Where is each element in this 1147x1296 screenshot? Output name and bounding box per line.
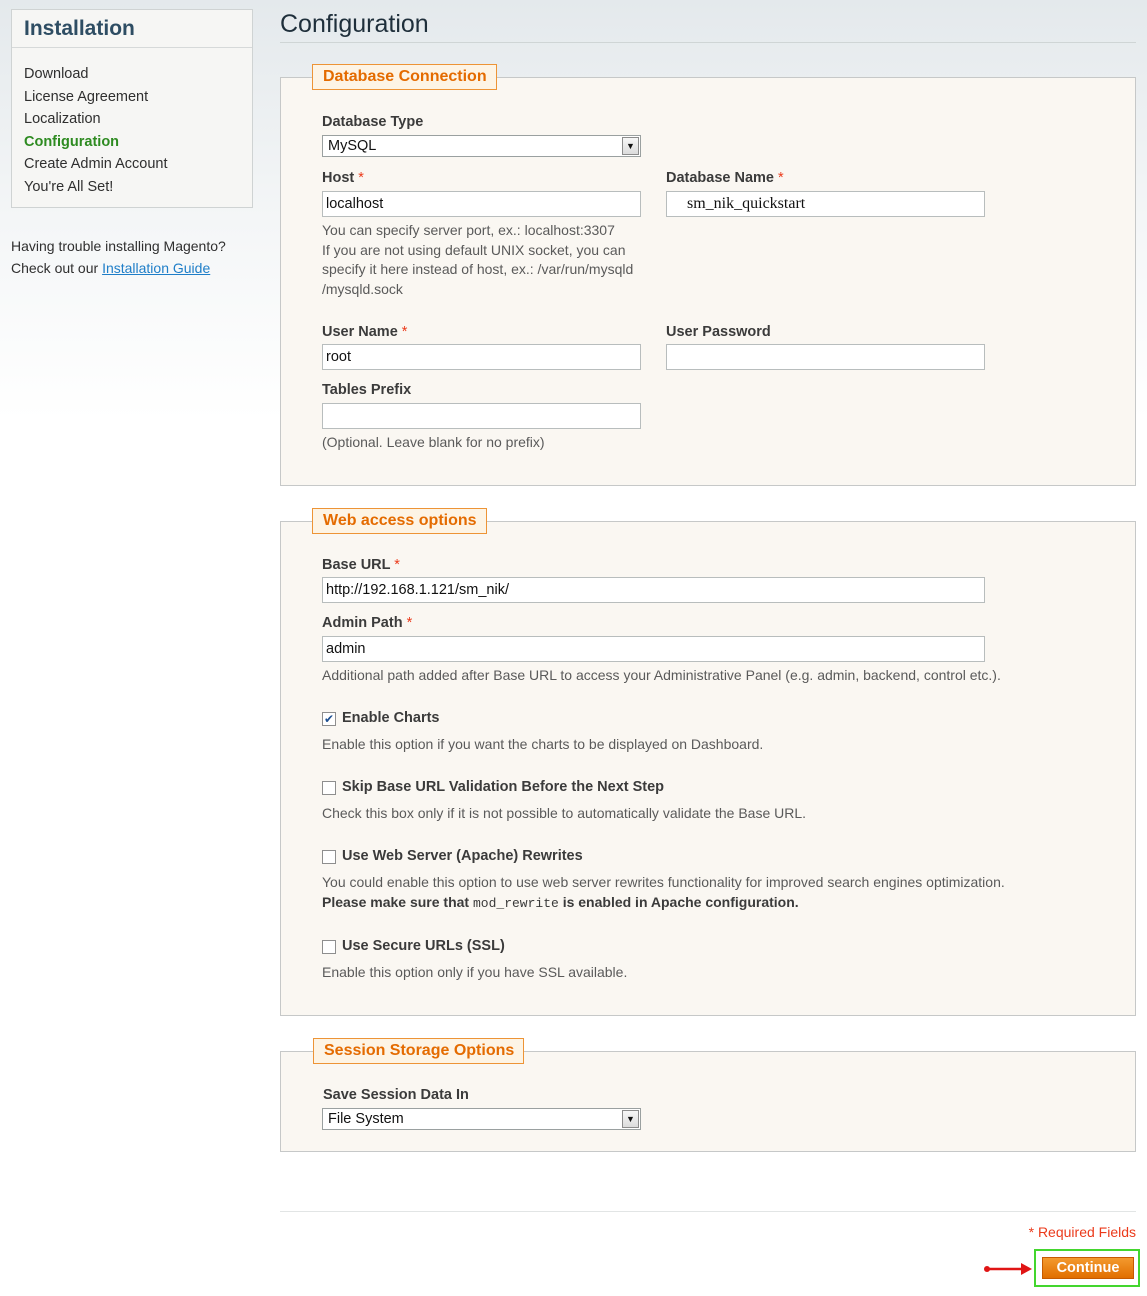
admin-path-note: Additional path added after Base URL to … <box>322 667 1001 683</box>
secure-urls-label[interactable]: Use Secure URLs (SSL) <box>342 938 505 954</box>
continue-button[interactable]: Continue <box>1042 1257 1134 1279</box>
checkmark-icon: ✔ <box>323 712 335 726</box>
step-license-agreement: License Agreement <box>24 88 149 105</box>
tables-prefix-note: (Optional. Leave blank for no prefix) <box>322 434 545 450</box>
database-name-input[interactable]: sm_nik_quickstart <box>666 191 985 217</box>
host-label: Host * <box>322 170 364 186</box>
steps-title: Installation <box>12 10 252 48</box>
database-connection-legend: Database Connection <box>312 64 497 90</box>
enable-charts-note: Enable this option if you want the chart… <box>322 736 764 752</box>
database-type-label: Database Type <box>322 114 424 130</box>
steps-list: Download License Agreement Localization … <box>24 63 167 198</box>
web-access-legend: Web access options <box>312 508 487 534</box>
tables-prefix-label: Tables Prefix <box>322 382 412 398</box>
enable-charts-label[interactable]: Enable Charts <box>342 710 440 726</box>
user-name-label: User Name * <box>322 324 408 340</box>
admin-path-label: Admin Path * <box>322 615 413 631</box>
web-server-rewrites-checkbox[interactable] <box>322 850 336 864</box>
user-name-input[interactable]: root <box>322 344 641 370</box>
base-url-input[interactable]: http://192.168.1.121/sm_nik/ <box>322 577 985 603</box>
admin-path-input[interactable]: admin <box>322 636 985 662</box>
web-server-rewrites-label[interactable]: Use Web Server (Apache) Rewrites <box>342 848 583 864</box>
chevron-down-icon[interactable]: ▼ <box>622 1110 639 1128</box>
skip-url-validation-note: Check this box only if it is not possibl… <box>322 805 807 821</box>
step-all-set: You're All Set! <box>24 178 114 195</box>
chevron-down-icon[interactable]: ▼ <box>622 137 639 155</box>
step-configuration: Configuration <box>24 133 120 150</box>
required-fields-note: * Required Fields <box>1028 1224 1136 1240</box>
host-input[interactable]: localhost <box>322 191 641 217</box>
title-divider <box>280 42 1136 43</box>
continue-highlight: Continue <box>1034 1249 1140 1287</box>
arrow-right-icon <box>984 1263 1032 1275</box>
save-session-label: Save Session Data In <box>323 1087 469 1103</box>
base-url-label: Base URL * <box>322 557 400 573</box>
skip-url-validation-label[interactable]: Skip Base URL Validation Before the Next… <box>342 779 664 795</box>
help-text: Having trouble installing Magento? Check… <box>11 235 226 279</box>
footer-divider <box>280 1211 1136 1212</box>
help-prefix: Check out our <box>11 260 103 276</box>
help-line: Having trouble installing Magento? <box>11 238 226 254</box>
installation-steps-panel: Installation Download License Agreement … <box>11 9 253 208</box>
step-localization: Localization <box>24 111 101 127</box>
step-download: Download <box>24 66 89 82</box>
secure-urls-checkbox[interactable] <box>322 940 336 954</box>
installation-guide-link[interactable]: Installation Guide <box>102 260 210 276</box>
secure-urls-note: Enable this option only if you have SSL … <box>322 964 628 980</box>
save-session-value: File System <box>328 1111 404 1127</box>
host-note: You can specify server port, ex.: localh… <box>322 222 634 297</box>
mod-rewrite-note: Please make sure that mod_rewrite is ena… <box>322 894 799 911</box>
database-type-select[interactable]: MySQL ▼ <box>322 135 641 157</box>
tables-prefix-input[interactable] <box>322 403 641 429</box>
database-name-label: Database Name * <box>666 170 784 186</box>
page-title: Configuration <box>280 10 429 38</box>
session-storage-legend: Session Storage Options <box>313 1038 525 1064</box>
enable-charts-checkbox[interactable]: ✔ <box>322 712 336 726</box>
user-password-input[interactable] <box>666 344 985 370</box>
save-session-select[interactable]: File System ▼ <box>322 1108 641 1130</box>
user-password-label: User Password <box>666 324 771 340</box>
step-create-admin-account: Create Admin Account <box>24 156 168 172</box>
skip-url-validation-checkbox[interactable] <box>322 781 336 795</box>
database-type-value: MySQL <box>328 138 377 154</box>
web-server-rewrites-note: You could enable this option to use web … <box>322 874 1005 890</box>
